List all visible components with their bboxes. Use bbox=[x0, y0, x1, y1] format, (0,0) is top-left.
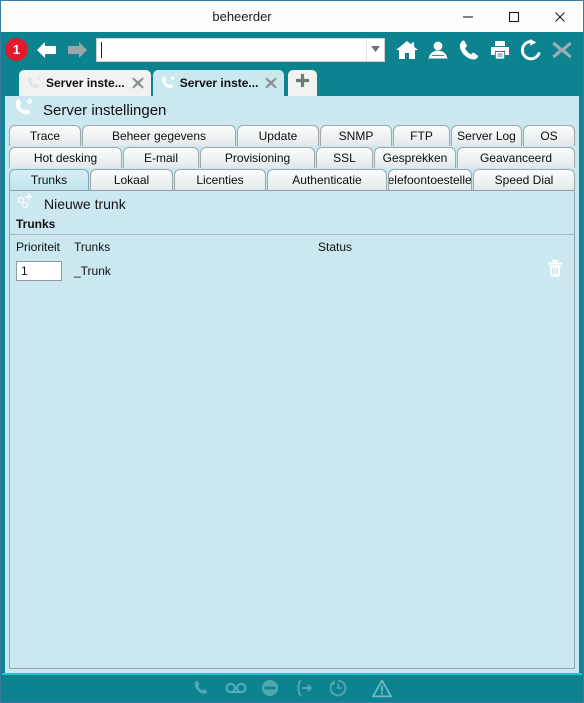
phone-tab-icon bbox=[26, 75, 42, 91]
new-trunk-icon bbox=[15, 192, 37, 217]
tab-authenticatie[interactable]: Authenticatie bbox=[267, 169, 387, 190]
tab-ftp[interactable]: FTP bbox=[393, 125, 450, 146]
plus-icon bbox=[295, 73, 310, 93]
tab-email[interactable]: E-mail bbox=[123, 147, 199, 168]
printer-icon[interactable] bbox=[484, 35, 515, 65]
new-trunk-button[interactable]: Nieuwe trunk bbox=[10, 191, 574, 217]
column-header-status: Status bbox=[318, 240, 353, 254]
tab-provisioning[interactable]: Provisioning bbox=[200, 147, 315, 168]
new-trunk-label: Nieuwe trunk bbox=[44, 196, 126, 212]
column-header-prioriteit: Prioriteit bbox=[16, 240, 61, 254]
call-history-icon[interactable] bbox=[321, 676, 355, 700]
phone-icon[interactable] bbox=[453, 35, 484, 65]
cell-prioriteit bbox=[10, 261, 68, 281]
tab-snmp[interactable]: SNMP bbox=[320, 125, 392, 146]
phone-tab-icon bbox=[160, 75, 176, 91]
tab-update[interactable]: Update bbox=[237, 125, 319, 146]
user-icon[interactable] bbox=[422, 35, 453, 65]
page-panel: Server instellingen Trace Beheer gegeven… bbox=[2, 96, 582, 673]
tab-telefoontoestellen[interactable]: Telefoontoestellen bbox=[388, 169, 472, 190]
trunks-table: Prioriteit Trunks Status _Trunk bbox=[10, 234, 574, 668]
phone-handset-icon[interactable] bbox=[185, 676, 219, 700]
address-bar[interactable] bbox=[96, 37, 385, 62]
column-header-trunks: Trunks bbox=[74, 240, 111, 254]
call-forward-icon[interactable] bbox=[287, 676, 321, 700]
voicemail-icon[interactable] bbox=[219, 676, 253, 700]
tab-speed-dial[interactable]: Speed Dial bbox=[473, 169, 575, 190]
trunks-content-panel: Nieuwe trunk Trunks Prioriteit Trunks St… bbox=[9, 190, 575, 669]
table-row: _Trunk bbox=[10, 257, 574, 285]
warning-icon[interactable] bbox=[365, 676, 399, 700]
maximize-button[interactable] bbox=[491, 1, 537, 32]
settings-tab-rows: Trace Beheer gegevens Update SNMP FTP Se… bbox=[5, 125, 579, 190]
title-bar: beheerder bbox=[1, 1, 583, 32]
navigation-toolbar: 1 bbox=[1, 32, 583, 67]
delete-trunk-button[interactable] bbox=[536, 259, 574, 284]
tab-licenties[interactable]: Licenties bbox=[174, 169, 266, 190]
tab-lokaal[interactable]: Lokaal bbox=[90, 169, 173, 190]
close-x-icon[interactable] bbox=[546, 35, 577, 65]
back-arrow-icon[interactable] bbox=[32, 36, 62, 64]
table-header-row: Prioriteit Trunks Status bbox=[10, 235, 574, 257]
home-icon[interactable] bbox=[391, 35, 422, 65]
browser-tab-2[interactable]: Server inste... bbox=[152, 70, 285, 96]
phone-settings-icon bbox=[13, 97, 35, 124]
application-window: beheerder 1 Server inste... Server inste… bbox=[0, 0, 584, 703]
status-bar bbox=[2, 673, 582, 701]
forward-arrow-icon[interactable] bbox=[62, 36, 92, 64]
section-title-trunks: Trunks bbox=[16, 217, 56, 231]
settings-tab-row-2: Hot desking E-mail Provisioning SSL Gesp… bbox=[9, 147, 575, 168]
refresh-icon[interactable] bbox=[515, 35, 546, 65]
tab-gesprekken[interactable]: Gesprekken bbox=[374, 147, 456, 168]
trash-icon bbox=[546, 259, 564, 284]
tab-os[interactable]: OS bbox=[523, 125, 575, 146]
address-input[interactable] bbox=[97, 39, 366, 60]
browser-tab-strip: Server inste... Server inste... bbox=[1, 67, 583, 96]
browser-tab-2-label: Server inste... bbox=[179, 76, 259, 90]
browser-tab-1-label: Server inste... bbox=[46, 76, 125, 90]
tab-ssl[interactable]: SSL bbox=[316, 147, 373, 168]
close-tab-icon[interactable] bbox=[264, 76, 278, 90]
settings-tab-row-3: Trunks Lokaal Licenties Authenticatie Te… bbox=[9, 169, 575, 190]
tab-server-log[interactable]: Server Log bbox=[451, 125, 522, 146]
close-tab-icon[interactable] bbox=[131, 76, 145, 90]
notification-badge[interactable]: 1 bbox=[5, 38, 28, 61]
window-controls bbox=[445, 1, 583, 32]
prioriteit-input[interactable] bbox=[16, 261, 62, 281]
chevron-down-icon[interactable] bbox=[366, 38, 384, 61]
browser-tab-1[interactable]: Server inste... bbox=[19, 70, 151, 96]
tab-trunks[interactable]: Trunks bbox=[9, 169, 89, 190]
page-header: Server instellingen bbox=[5, 96, 579, 125]
do-not-disturb-icon[interactable] bbox=[253, 676, 287, 700]
text-caret bbox=[101, 41, 102, 58]
tab-trace[interactable]: Trace bbox=[9, 125, 81, 146]
cell-trunk-name[interactable]: _Trunk bbox=[68, 264, 316, 278]
tab-beheer-gegevens[interactable]: Beheer gegevens bbox=[82, 125, 236, 146]
table-empty-area bbox=[10, 285, 574, 668]
new-tab-button[interactable] bbox=[288, 70, 318, 96]
settings-tab-row-1: Trace Beheer gegevens Update SNMP FTP Se… bbox=[9, 125, 575, 146]
tab-geavanceerd[interactable]: Geavanceerd bbox=[457, 147, 575, 168]
close-button[interactable] bbox=[537, 1, 583, 32]
minimize-button[interactable] bbox=[445, 1, 491, 32]
page-title: Server instellingen bbox=[43, 102, 167, 119]
tab-hot-desking[interactable]: Hot desking bbox=[9, 147, 122, 168]
